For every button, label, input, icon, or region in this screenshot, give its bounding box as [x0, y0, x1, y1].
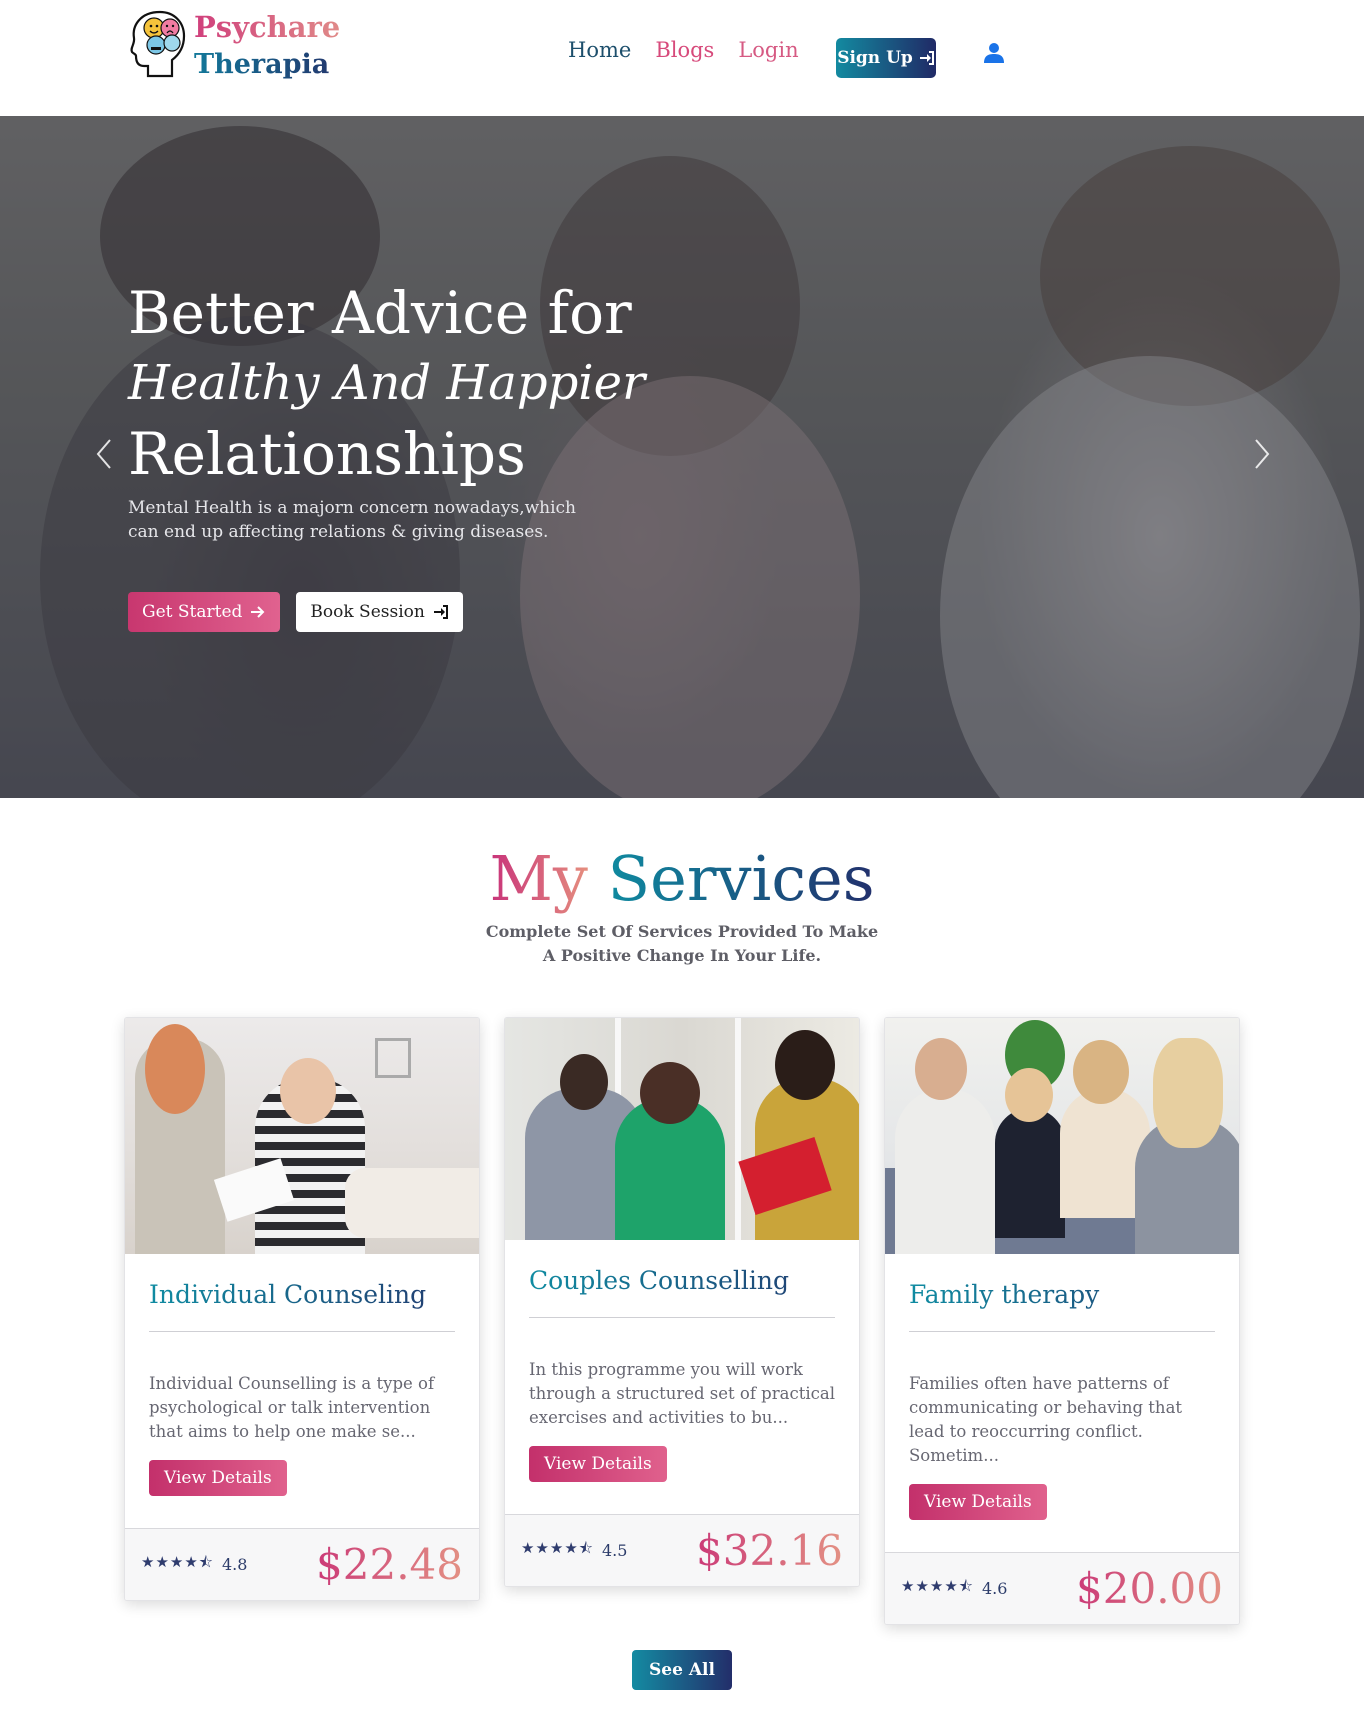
star-rating-icon: ★★★★⯪ [141, 1553, 214, 1571]
hero-heading-line1: Better Advice for [128, 279, 632, 347]
main-nav: Home Blogs Login [568, 38, 799, 62]
service-footer: ★★★★⯪ 4.6 $20.00 [885, 1552, 1239, 1624]
service-price: $32.16 [696, 1526, 843, 1575]
view-details-button[interactable]: View Details [529, 1446, 667, 1482]
service-rating: ★★★★⯪ 4.8 [141, 1552, 247, 1577]
service-description: In this programme you will work through … [529, 1360, 835, 1427]
service-card-couples: Couples Counselling In this programme yo… [504, 1017, 860, 1587]
nav-blogs-link[interactable]: Blogs [655, 38, 714, 62]
hero-carousel: Better Advice for Healthy And Happier Re… [0, 116, 1364, 798]
see-all-button[interactable]: See All [632, 1650, 732, 1690]
sign-in-icon [919, 51, 934, 65]
get-started-button[interactable]: Get Started [128, 592, 281, 632]
service-rating: ★★★★⯪ 4.5 [521, 1538, 627, 1563]
services-title-services: Services [607, 842, 875, 915]
sign-in-icon [433, 605, 448, 619]
service-image [885, 1018, 1239, 1254]
services-title-my: My [489, 842, 588, 915]
nav-home-link[interactable]: Home [568, 38, 631, 62]
service-price: $20.00 [1076, 1564, 1223, 1613]
hero-subtitle: Mental Health is a majorn concern nowada… [128, 498, 577, 542]
signup-button-label: Sign Up [837, 48, 913, 68]
signup-button[interactable]: Sign Up [836, 38, 936, 78]
chevron-left-icon[interactable] [88, 434, 118, 474]
navbar: Psychare Therapia Home Blogs Login Sign … [0, 0, 1364, 116]
chevron-right-icon[interactable] [1248, 434, 1278, 474]
rating-value: 4.6 [982, 1579, 1008, 1598]
service-image [505, 1018, 859, 1240]
brand-name-line2: Therapia [194, 46, 340, 84]
book-session-label: Book Session [310, 602, 425, 622]
get-started-label: Get Started [142, 602, 243, 622]
nav-login-link[interactable]: Login [738, 38, 798, 62]
service-footer: ★★★★⯪ 4.5 $32.16 [505, 1514, 859, 1586]
book-session-button[interactable]: Book Session [296, 592, 463, 632]
star-rating-icon: ★★★★⯪ [901, 1577, 974, 1595]
view-details-button[interactable]: View Details [909, 1484, 1047, 1520]
services-title: My Services [0, 842, 1364, 915]
view-details-button[interactable]: View Details [149, 1460, 287, 1496]
service-card-family: Family therapy Families often have patte… [884, 1017, 1240, 1625]
service-description: Individual Counselling is a type of psyc… [149, 1374, 435, 1441]
hero-actions: Get Started Book Session [128, 592, 463, 632]
service-card-individual: Individual Counseling Individual Counsel… [124, 1017, 480, 1601]
star-rating-icon: ★★★★⯪ [521, 1539, 594, 1557]
arrow-right-icon [251, 606, 265, 618]
brand-name-line1: Psychare [194, 10, 341, 44]
brand-logo[interactable]: Psychare Therapia [126, 8, 340, 84]
service-title: Family therapy [909, 1280, 1215, 1332]
user-icon[interactable] [984, 42, 1004, 64]
head-brain-emoji-icon [130, 10, 186, 78]
rating-value: 4.5 [602, 1541, 628, 1560]
service-image [125, 1018, 479, 1254]
service-footer: ★★★★⯪ 4.8 $22.48 [125, 1528, 479, 1600]
hero-text: Better Advice for Healthy And Happier Re… [128, 278, 648, 544]
service-rating: ★★★★⯪ 4.6 [901, 1576, 1007, 1601]
service-title: Individual Counseling [149, 1280, 455, 1332]
service-price: $22.48 [316, 1540, 463, 1589]
hero-heading-line2: Healthy And Happier [128, 355, 646, 411]
hero-heading-line3: Relationships [128, 420, 526, 488]
service-title: Couples Counselling [529, 1266, 835, 1318]
rating-value: 4.8 [222, 1555, 248, 1574]
services-subtitle: Complete Set Of Services Provided To Mak… [485, 922, 879, 965]
service-description: Families often have patterns of communic… [909, 1374, 1183, 1465]
